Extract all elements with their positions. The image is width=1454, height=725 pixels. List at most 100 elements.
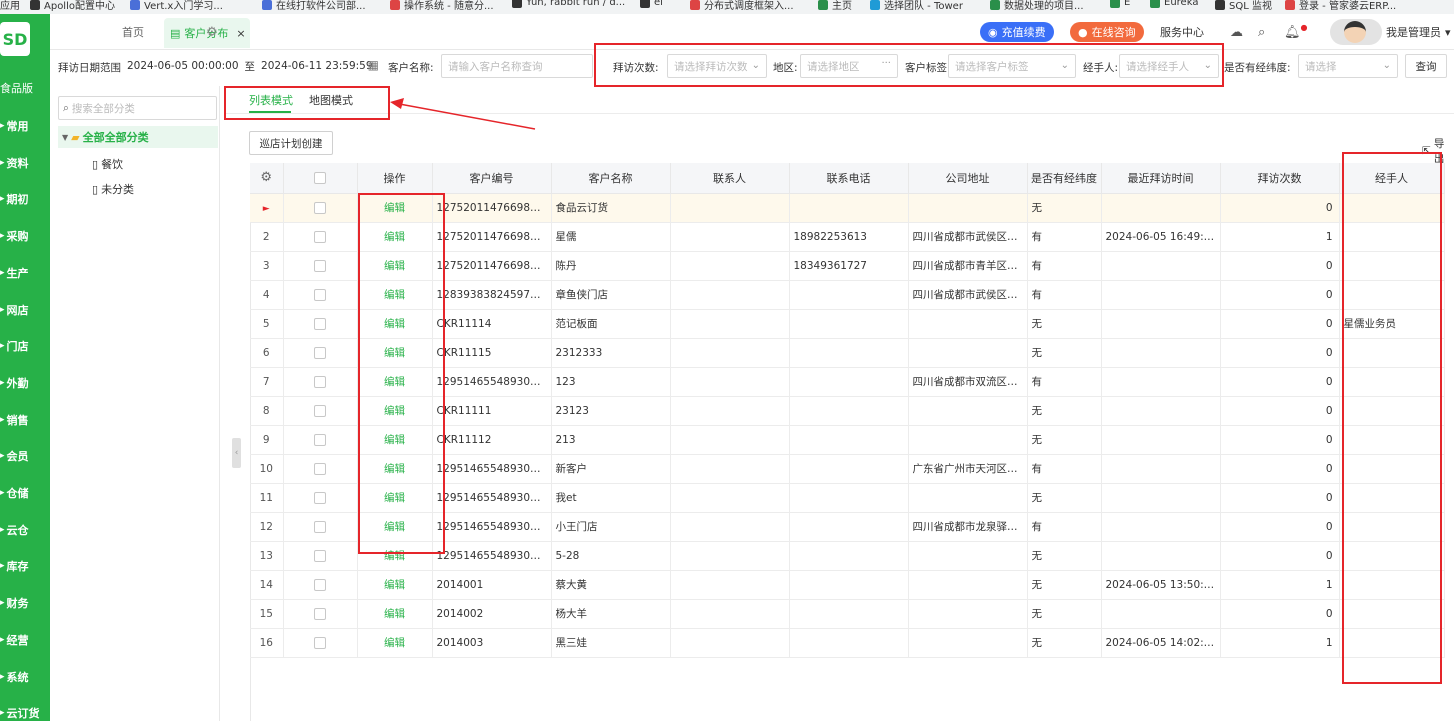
sidebar-item[interactable]: ▸ 生产	[0, 261, 50, 285]
checkbox-cell[interactable]	[283, 599, 358, 629]
sidebar-item[interactable]: ▸ 云订货	[0, 701, 50, 725]
cloud-download-icon[interactable]: ☁	[1230, 22, 1243, 42]
edit-link[interactable]: 编辑	[384, 260, 405, 272]
row-checkbox[interactable]	[314, 607, 326, 620]
edit-link[interactable]: 编辑	[384, 289, 405, 301]
sidebar-item[interactable]: ▸ 采购	[0, 224, 50, 248]
sidebar-item[interactable]: ▸ 网店	[0, 298, 50, 322]
user-menu[interactable]: 我是管理员 ▾	[1386, 22, 1451, 42]
header-contact[interactable]: 联系人	[670, 163, 790, 194]
handler-select[interactable]: 请选择经手人 ⌄	[1119, 54, 1219, 78]
edit-link[interactable]: 编辑	[384, 202, 405, 214]
column-settings-icon[interactable]: ⚙	[250, 163, 284, 194]
header-handler[interactable]: 经手人	[1339, 163, 1445, 194]
edit-link[interactable]: 编辑	[384, 405, 405, 417]
table-row[interactable]: ► 编辑 12752011476698459... 食品云订货 无 0	[250, 193, 1445, 223]
row-checkbox[interactable]	[314, 230, 326, 243]
bookmark-item[interactable]: 应用	[0, 0, 20, 12]
edit-link[interactable]: 编辑	[384, 492, 405, 504]
edit-link[interactable]: 编辑	[384, 550, 405, 562]
edit-link[interactable]: 编辑	[384, 637, 405, 649]
date-end[interactable]: 2024-06-11 23:59:59	[261, 60, 373, 72]
row-checkbox[interactable]	[314, 259, 326, 272]
checkbox-cell[interactable]	[283, 367, 358, 397]
close-icon[interactable]: ×	[236, 27, 245, 40]
header-action[interactable]: 操作	[357, 163, 433, 194]
checkbox-cell[interactable]	[283, 512, 358, 542]
edit-link[interactable]: 编辑	[384, 521, 405, 533]
checkbox-cell[interactable]	[283, 280, 358, 310]
search-icon[interactable]: ⌕	[1258, 22, 1265, 42]
checkbox-cell[interactable]	[283, 425, 358, 455]
bookmark-item[interactable]: 数据处理的项目...	[990, 0, 1084, 12]
table-row[interactable]: 5 编辑 CKR11114 范记板面 无 0 星儒业务员	[250, 309, 1445, 339]
service-center-button[interactable]: 服务中心	[1160, 22, 1204, 42]
tree-node-uncategorized[interactable]: ▯ 未分类	[92, 181, 134, 197]
create-patrol-plan-button[interactable]: 巡店计划创建	[249, 131, 333, 155]
customer-name-input[interactable]: 请输入客户名称查询	[441, 54, 593, 78]
table-row[interactable]: 16 编辑 2014003 黑三娃 无 2024-06-05 14:02:35 1	[250, 628, 1445, 658]
checkbox-cell[interactable]	[283, 628, 358, 658]
header-has-latlng[interactable]: 是否有经纬度	[1027, 163, 1102, 194]
table-row[interactable]: 7 编辑 12951465548930325... 123 四川省成都市双流区万... 有…	[250, 367, 1445, 397]
bell-icon[interactable]: 🔔︎ ●	[1284, 22, 1308, 42]
checkbox-cell[interactable]	[283, 541, 358, 571]
checkbox-cell[interactable]	[283, 483, 358, 513]
bookmark-item[interactable]: Apollo配置中心	[30, 0, 115, 12]
header-customer-name[interactable]: 客户名称	[551, 163, 671, 194]
sidebar-item[interactable]: ▸ 经营	[0, 628, 50, 652]
checkbox-cell[interactable]	[283, 454, 358, 484]
table-row[interactable]: 8 编辑 CKR11111 23123 无 0	[250, 396, 1445, 426]
bookmark-item[interactable]: 选择团队 - Tower	[870, 0, 963, 12]
gear-icon[interactable]: ⚙	[206, 20, 218, 44]
header-visit-count[interactable]: 拜访次数	[1220, 163, 1340, 194]
row-checkbox[interactable]	[314, 317, 326, 330]
bookmark-item[interactable]: E	[1110, 0, 1130, 8]
tree-node-all[interactable]: ▼ ▰ 全部全部分类	[58, 126, 218, 148]
row-checkbox[interactable]	[314, 578, 326, 591]
collapse-handle[interactable]: ‹	[232, 438, 241, 468]
edit-link[interactable]: 编辑	[384, 579, 405, 591]
bookmark-item[interactable]: 主页	[818, 0, 852, 12]
bookmark-item[interactable]: Eureka	[1150, 0, 1198, 8]
row-checkbox[interactable]	[314, 462, 326, 475]
row-checkbox[interactable]	[314, 404, 326, 417]
calendar-icon[interactable]: ▦	[368, 58, 379, 72]
recharge-button[interactable]: ◉ 充值续费	[980, 22, 1054, 42]
table-row[interactable]: 12 编辑 12951465548930325... 小王门店 四川省成都市龙泉驿区..…	[250, 512, 1445, 542]
edit-link[interactable]: 编辑	[384, 347, 405, 359]
row-checkbox[interactable]	[314, 636, 326, 649]
checkbox-cell[interactable]	[283, 338, 358, 368]
checkbox-cell[interactable]	[283, 193, 358, 223]
table-row[interactable]: 3 编辑 12752011476698459... 陈丹 18349361727 四川省成…	[250, 251, 1445, 281]
region-select[interactable]: 请选择地区 ···	[800, 54, 898, 78]
bookmark-item[interactable]: 在线打软件公司部...	[262, 0, 366, 12]
sidebar-item[interactable]: ▸ 会员	[0, 444, 50, 468]
edit-link[interactable]: 编辑	[384, 231, 405, 243]
sidebar-item[interactable]: ▸ 资料	[0, 151, 50, 175]
sidebar-item[interactable]: ▸ 库存	[0, 554, 50, 578]
table-row[interactable]: 10 编辑 12951465548930325... 新客户 广东省广州市天河区高...…	[250, 454, 1445, 484]
row-checkbox[interactable]	[314, 288, 326, 301]
bookmark-item[interactable]: 分布式调度框架入...	[690, 0, 794, 12]
sidebar-item[interactable]: ▸ 云仓	[0, 518, 50, 542]
edit-link[interactable]: 编辑	[384, 608, 405, 620]
customer-tag-select[interactable]: 请选择客户标签 ⌄	[948, 54, 1076, 78]
tree-node-catering[interactable]: ▯ 餐饮	[92, 156, 123, 172]
sidebar-item[interactable]: ▸ 仓储	[0, 481, 50, 505]
bookmark-item[interactable]: 登录 - 管家婆云ERP...	[1285, 0, 1396, 12]
sidebar-item[interactable]: ▸ 常用	[0, 114, 50, 138]
tab-list-mode[interactable]: 列表模式	[249, 92, 293, 108]
checkbox-cell[interactable]	[283, 396, 358, 426]
bookmark-item[interactable]: 操作系统 - 随意分...	[390, 0, 494, 12]
table-row[interactable]: 4 编辑 12839383824597863... 章鱼侠门店 四川省成都市武侯区天..…	[250, 280, 1445, 310]
checkbox-cell[interactable]	[283, 251, 358, 281]
checkbox-cell[interactable]	[283, 570, 358, 600]
table-row[interactable]: 6 编辑 CKR11115 2312333 无 0	[250, 338, 1445, 368]
sidebar-item[interactable]: ▸ 门店	[0, 334, 50, 358]
table-row[interactable]: 13 编辑 12951465548930325... 5-28 无 0	[250, 541, 1445, 571]
export-button[interactable]: ⇱ 导出	[1422, 136, 1454, 166]
row-checkbox[interactable]	[314, 201, 326, 214]
select-all-checkbox[interactable]	[283, 163, 358, 194]
edit-link[interactable]: 编辑	[384, 318, 405, 330]
